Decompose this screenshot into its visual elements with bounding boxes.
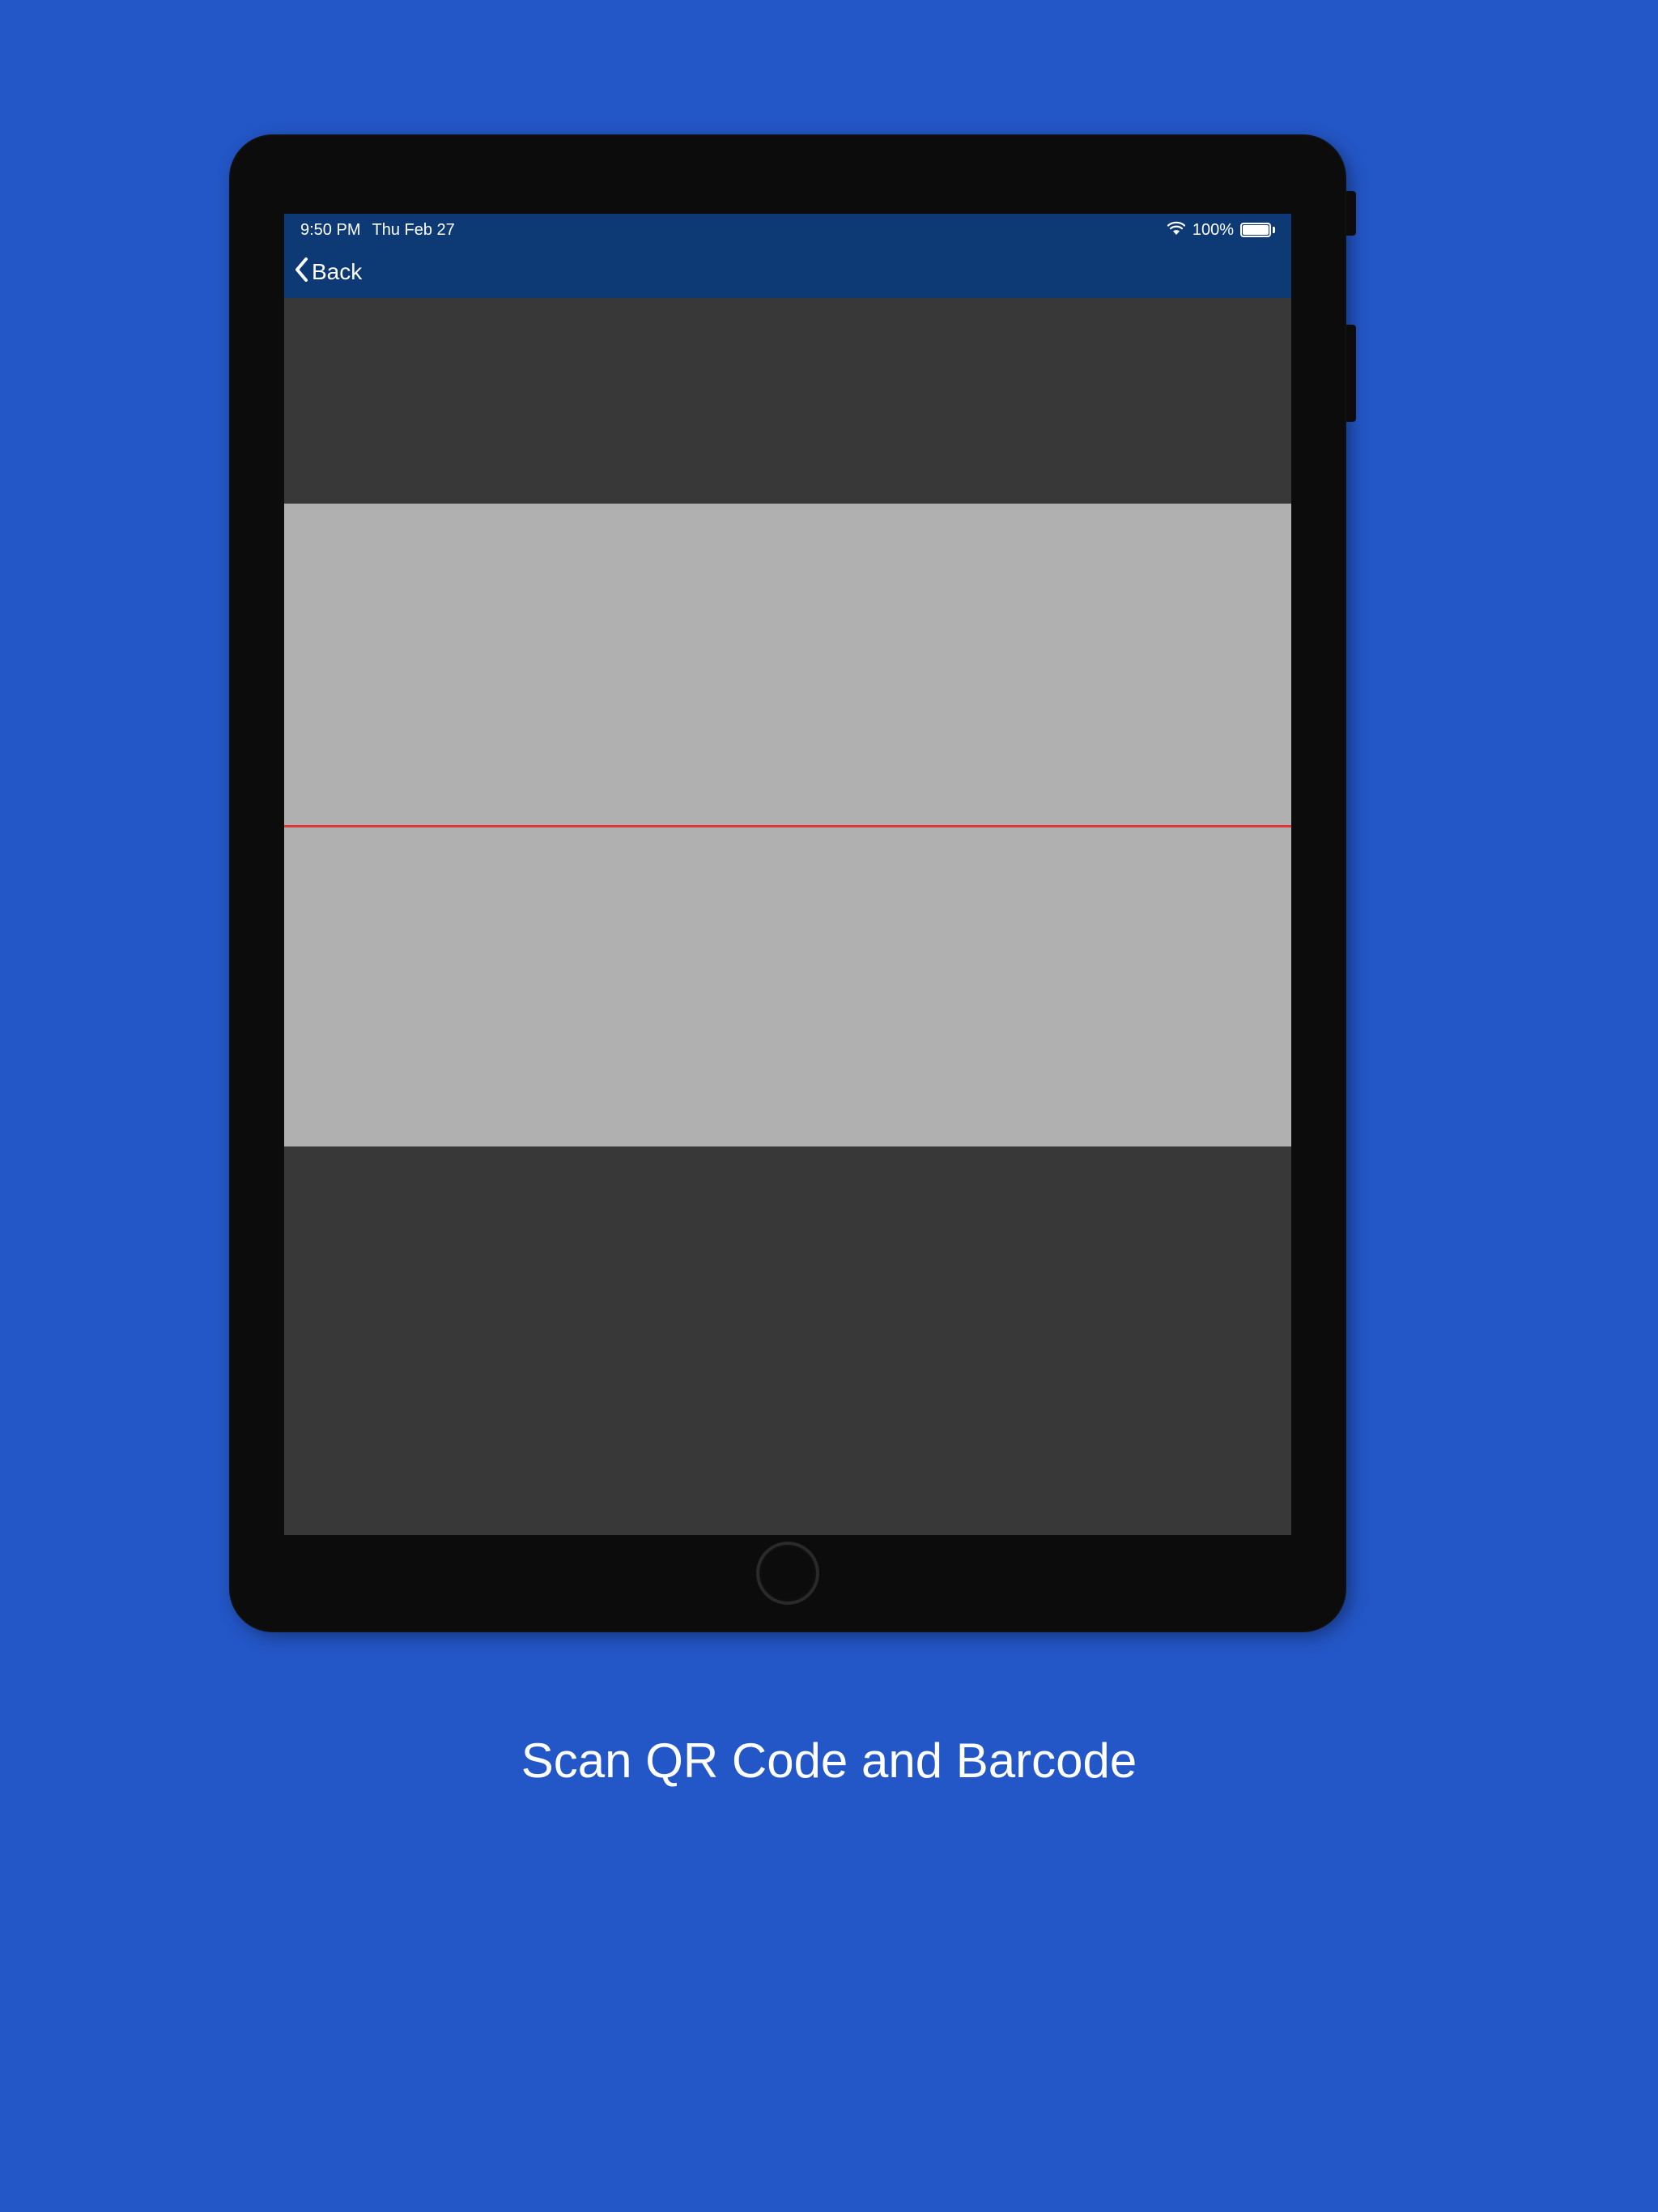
navigation-bar: Back <box>284 246 1291 298</box>
home-button[interactable] <box>756 1542 819 1605</box>
tablet-body: 9:50 PM Thu Feb 27 100% <box>229 134 1346 1632</box>
tablet-device-frame: 9:50 PM Thu Feb 27 100% <box>229 134 1346 1632</box>
scanner-viewport[interactable] <box>284 504 1291 1146</box>
back-button-label: Back <box>312 259 362 285</box>
status-time: 9:50 PM <box>300 221 360 240</box>
back-button[interactable]: Back <box>294 257 362 288</box>
status-bar: 9:50 PM Thu Feb 27 100% <box>284 214 1291 246</box>
status-bar-left: 9:50 PM Thu Feb 27 <box>300 221 455 240</box>
battery-percent: 100% <box>1192 221 1234 240</box>
marketing-caption: Scan QR Code and Barcode <box>0 1733 1658 1789</box>
tablet-volume-button <box>1346 325 1356 422</box>
chevron-left-icon <box>294 257 310 288</box>
status-bar-right: 100% <box>1167 220 1275 240</box>
status-date: Thu Feb 27 <box>372 221 454 240</box>
tablet-side-button <box>1346 191 1356 236</box>
scanner-content-area <box>284 298 1291 1535</box>
wifi-icon <box>1167 220 1186 240</box>
battery-icon <box>1240 223 1275 237</box>
scanner-laser-line <box>284 825 1291 827</box>
tablet-screen: 9:50 PM Thu Feb 27 100% <box>284 214 1291 1535</box>
